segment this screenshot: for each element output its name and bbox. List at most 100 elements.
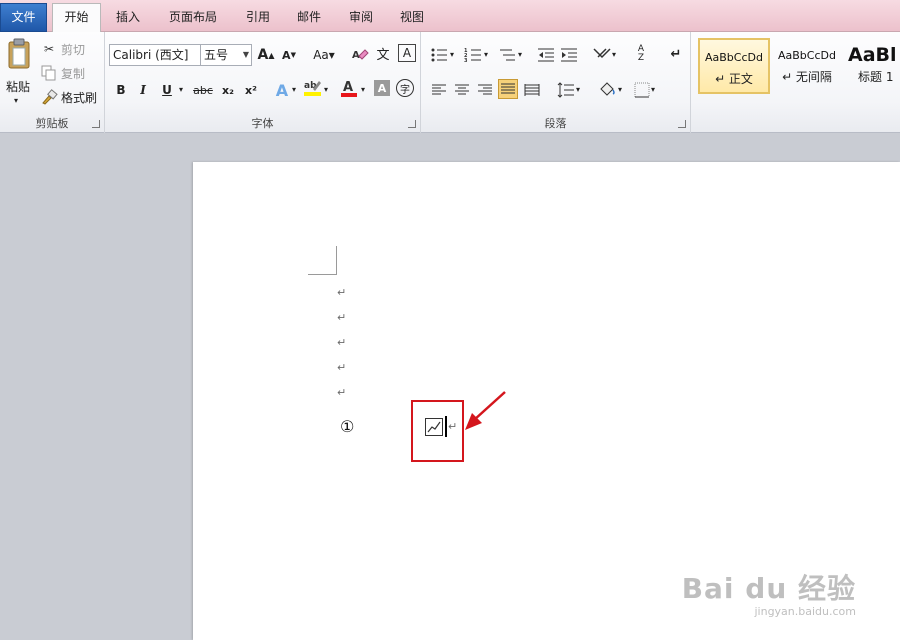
chart-object-icon[interactable] xyxy=(425,418,443,436)
tab-mailings[interactable]: 邮件 xyxy=(289,4,329,32)
increase-indent-icon[interactable] xyxy=(559,45,579,65)
shading-icon[interactable] xyxy=(597,79,617,99)
cut-button[interactable]: ✂ 剪切 xyxy=(40,38,85,60)
chevron-down-icon[interactable]: ▾ xyxy=(651,85,655,94)
decrease-indent-icon[interactable] xyxy=(536,45,556,65)
annotation-arrow-icon xyxy=(465,391,506,430)
clear-format-icon[interactable]: A xyxy=(350,45,370,65)
svg-text:A: A xyxy=(343,80,353,95)
copy-label: 复制 xyxy=(61,66,86,81)
style-sample: AaBbCcDd xyxy=(705,51,763,64)
svg-text:3: 3 xyxy=(464,58,468,63)
text-effects-icon[interactable]: A xyxy=(272,80,292,100)
tab-references[interactable]: 引用 xyxy=(238,4,278,32)
styles-group: AaBbCcDd ↵ 正文 AaBbCcDd ↵ 无间隔 AaBl 标题 1 xyxy=(691,32,900,133)
font-name-combo[interactable]: Calibri (西文] xyxy=(109,44,201,66)
asian-layout-icon[interactable] xyxy=(592,44,612,64)
show-marks-icon[interactable]: ↵ xyxy=(666,44,686,64)
paragraph-group-title: 段落 xyxy=(544,117,567,130)
strikethrough-button[interactable]: abc xyxy=(191,80,215,100)
distributed-icon[interactable] xyxy=(522,80,542,100)
paste-button[interactable]: 粘贴 ▾ xyxy=(2,36,34,110)
style-name: ↵ 无间隔 xyxy=(782,70,832,84)
font-size-combo[interactable]: 五号 ▼ xyxy=(200,44,252,66)
scissors-icon: ✂ xyxy=(43,42,55,56)
char-shading-icon[interactable]: A xyxy=(374,80,390,96)
style-normal[interactable]: AaBbCcDd ↵ 正文 xyxy=(698,38,770,94)
style-heading-1[interactable]: AaBl 标题 1 xyxy=(844,38,900,94)
chevron-down-icon: ▼ xyxy=(242,50,249,59)
char-border-icon[interactable]: A xyxy=(398,44,416,62)
subscript-button[interactable]: x₂ xyxy=(218,80,238,100)
chevron-down-icon[interactable]: ▾ xyxy=(576,85,580,94)
chevron-down-icon[interactable]: ▾ xyxy=(179,85,183,94)
font-group: Calibri (西文] 五号 ▼ A ▲ A ▼ Aa▾ A 文 A B I U … xyxy=(105,32,421,133)
paragraph-mark: ↵ xyxy=(337,386,347,399)
ribbon: 粘贴 ▾ ✂ 剪切 复制 格式刷 剪贴板 Calibri (西文] 五号 ▼ A… xyxy=(0,32,900,133)
clipboard-group: 粘贴 ▾ ✂ 剪切 复制 格式刷 剪贴板 xyxy=(0,32,105,133)
style-sample: AaBbCcDd xyxy=(778,49,836,62)
paragraph-mark: ↵ xyxy=(337,361,347,374)
chevron-down-icon[interactable]: ▾ xyxy=(484,50,488,59)
font-name-value: Calibri (西文] xyxy=(113,48,189,62)
line-spacing-icon[interactable] xyxy=(556,80,576,100)
italic-button[interactable]: I xyxy=(133,80,153,100)
tab-file[interactable]: 文件 xyxy=(0,3,47,32)
bullets-icon[interactable] xyxy=(429,45,449,65)
tab-home[interactable]: 开始 xyxy=(52,3,101,32)
chevron-down-icon: ▾ xyxy=(14,96,19,105)
numbering-icon[interactable]: 123 xyxy=(463,45,483,65)
chevron-down-icon[interactable]: ▾ xyxy=(361,85,365,94)
borders-icon[interactable] xyxy=(632,80,652,100)
multilevel-list-icon[interactable] xyxy=(497,45,517,65)
chevron-down-icon[interactable]: ▾ xyxy=(618,85,622,94)
tab-insert[interactable]: 插入 xyxy=(108,4,148,32)
phonetic-guide-icon[interactable]: 文 xyxy=(373,43,393,63)
sort-icon[interactable]: AZ xyxy=(631,44,651,64)
style-no-spacing[interactable]: AaBbCcDd ↵ 无间隔 xyxy=(772,38,842,94)
font-dialog-launcher-icon[interactable] xyxy=(408,120,416,128)
paste-label: 粘贴 xyxy=(5,80,30,94)
enclosed-char-icon[interactable]: 字 xyxy=(396,79,414,97)
align-center-icon[interactable] xyxy=(452,80,472,100)
superscript-button[interactable]: x² xyxy=(241,80,261,100)
text-cursor xyxy=(445,416,447,437)
paragraph-mark: ↵ xyxy=(337,336,347,349)
clipboard-dialog-launcher-icon[interactable] xyxy=(92,120,100,128)
chevron-down-icon[interactable]: ▾ xyxy=(292,85,296,94)
paragraph-mark: ↵ xyxy=(337,286,347,299)
highlighter-icon[interactable]: ab xyxy=(303,78,323,98)
chevron-down-icon[interactable]: ▾ xyxy=(518,50,522,59)
align-left-icon[interactable] xyxy=(429,80,449,100)
align-right-icon[interactable] xyxy=(475,80,495,100)
paragraph-mark: ↵ xyxy=(337,311,347,324)
justify-icon[interactable] xyxy=(498,79,518,99)
chevron-down-icon[interactable]: ▾ xyxy=(612,50,616,59)
margin-crop-mark xyxy=(308,274,337,275)
grow-font-icon[interactable]: A ▲ xyxy=(256,45,276,65)
style-sample: AaBl xyxy=(848,44,897,66)
shrink-font-icon[interactable]: A ▼ xyxy=(279,45,299,65)
bold-button[interactable]: B xyxy=(111,80,131,100)
tab-review[interactable]: 审阅 xyxy=(341,4,381,32)
format-painter-label: 格式刷 xyxy=(61,90,98,105)
tab-page-layout[interactable]: 页面布局 xyxy=(160,4,226,32)
font-group-title: 字体 xyxy=(251,117,274,130)
clipboard-group-title: 剪贴板 xyxy=(35,117,69,130)
margin-crop-mark xyxy=(336,246,337,275)
chevron-down-icon[interactable]: ▾ xyxy=(324,85,328,94)
copy-button[interactable]: 复制 xyxy=(40,62,85,84)
change-case-icon[interactable]: Aa▾ xyxy=(310,45,338,65)
underline-button[interactable]: U xyxy=(157,80,177,100)
font-size-value: 五号 xyxy=(204,48,229,62)
copy-icon xyxy=(40,64,58,82)
watermark-main-text: Bai du 经验 xyxy=(681,572,856,605)
ribbon-tab-bar: 文件 开始 插入 页面布局 引用 邮件 审阅 视图 xyxy=(0,0,900,32)
format-painter-button[interactable]: 格式刷 xyxy=(40,86,97,108)
tab-view[interactable]: 视图 xyxy=(392,4,432,32)
paragraph-group: ▾ 123 ▾ ▾ ▾ AZ ↵ ▾ ▾ ▾ 段落 xyxy=(421,32,691,133)
chevron-down-icon[interactable]: ▾ xyxy=(450,50,454,59)
paragraph-dialog-launcher-icon[interactable] xyxy=(678,120,686,128)
font-color-icon[interactable]: A xyxy=(339,78,359,98)
style-name: 标题 1 xyxy=(858,70,894,84)
